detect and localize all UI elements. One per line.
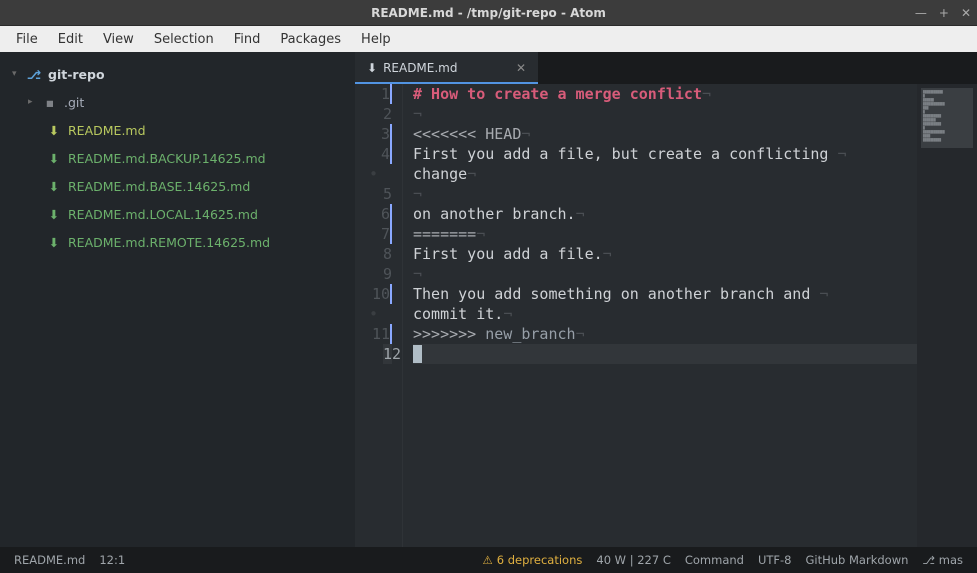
tree-file[interactable]: ⬇ README.md.BASE.14625.md <box>0 172 355 200</box>
menu-find[interactable]: Find <box>226 29 269 50</box>
menu-edit[interactable]: Edit <box>50 29 91 50</box>
tree-file-label: README.md.BASE.14625.md <box>68 179 250 194</box>
status-grammar[interactable]: GitHub Markdown <box>806 553 909 567</box>
tree-file[interactable]: ⬇ README.md.BACKUP.14625.md <box>0 144 355 172</box>
menu-file[interactable]: File <box>8 29 46 50</box>
minimap[interactable]: ████████████████████████████████████████… <box>917 84 977 547</box>
maximize-button[interactable]: + <box>939 6 949 20</box>
gutter[interactable]: 1234•5678910•1112 <box>355 84 403 547</box>
warning-icon: ⚠ <box>482 553 492 567</box>
menu-packages[interactable]: Packages <box>272 29 349 50</box>
branch-icon: ⎇ <box>922 554 935 567</box>
close-tab-button[interactable]: ✕ <box>516 61 526 75</box>
tree-root[interactable]: ▾ ⎇ git-repo <box>0 60 355 88</box>
editor-wrap: 1234•5678910•1112 # How to create a merg… <box>355 84 977 547</box>
status-file[interactable]: README.md <box>14 553 85 567</box>
code-content[interactable]: # How to create a merge conflict¬¬<<<<<<… <box>403 84 917 547</box>
tree-file[interactable]: ⬇ README.md.LOCAL.14625.md <box>0 200 355 228</box>
status-deprecations[interactable]: ⚠ 6 deprecations <box>482 553 582 567</box>
chevron-right-icon: ▸ <box>28 97 36 107</box>
menu-bar: File Edit View Selection Find Packages H… <box>0 26 977 52</box>
tree-root-label: git-repo <box>48 67 105 82</box>
added-icon: ⬇ <box>46 151 62 166</box>
tree-file-label: README.md.REMOTE.14625.md <box>68 235 270 250</box>
added-icon: ⬇ <box>46 207 62 222</box>
tree-file[interactable]: ⬇ README.md.REMOTE.14625.md <box>0 228 355 256</box>
status-branch[interactable]: ⎇ mas <box>922 553 963 567</box>
status-vim-mode[interactable]: Command <box>685 553 744 567</box>
tree-file-readme[interactable]: ⬇ README.md <box>0 116 355 144</box>
tree-file-label: README.md <box>68 123 146 138</box>
repo-icon: ⎇ <box>26 67 42 82</box>
tree-file-label: README.md.LOCAL.14625.md <box>68 207 258 222</box>
tree-view[interactable]: ▾ ⎇ git-repo ▸ ▪ .git ⬇ README.md ⬇ READ… <box>0 52 355 547</box>
minimize-button[interactable]: — <box>915 6 927 20</box>
added-icon: ⬇ <box>46 179 62 194</box>
modified-icon: ⬇ <box>367 61 377 75</box>
window-titlebar: README.md - /tmp/git-repo - Atom — + ✕ <box>0 0 977 26</box>
added-icon: ⬇ <box>46 235 62 250</box>
status-bar: README.md 12:1 ⚠ 6 deprecations 40 W | 2… <box>0 547 977 573</box>
tree-file-label: README.md.BACKUP.14625.md <box>68 151 266 166</box>
tree-folder-label: .git <box>64 95 84 110</box>
editor-pane: ⬇ README.md ✕ 1234•5678910•1112 # How to… <box>355 52 977 547</box>
close-window-button[interactable]: ✕ <box>961 6 971 20</box>
tab-readme[interactable]: ⬇ README.md ✕ <box>355 52 538 84</box>
workspace: ▾ ⎇ git-repo ▸ ▪ .git ⬇ README.md ⬇ READ… <box>0 52 977 547</box>
window-controls: — + ✕ <box>915 6 971 20</box>
tab-bar: ⬇ README.md ✕ <box>355 52 977 84</box>
tree-folder-git[interactable]: ▸ ▪ .git <box>0 88 355 116</box>
menu-help[interactable]: Help <box>353 29 399 50</box>
status-line-length[interactable]: 40 W | 227 C <box>596 553 670 567</box>
status-cursor-pos[interactable]: 12:1 <box>99 553 125 567</box>
folder-icon: ▪ <box>42 95 58 110</box>
chevron-down-icon: ▾ <box>12 69 20 79</box>
window-title: README.md - /tmp/git-repo - Atom <box>371 6 606 20</box>
text-editor[interactable]: 1234•5678910•1112 # How to create a merg… <box>355 84 917 547</box>
menu-view[interactable]: View <box>95 29 142 50</box>
menu-selection[interactable]: Selection <box>146 29 222 50</box>
modified-icon: ⬇ <box>46 123 62 138</box>
status-encoding[interactable]: UTF-8 <box>758 553 792 567</box>
tab-title: README.md <box>383 61 457 75</box>
